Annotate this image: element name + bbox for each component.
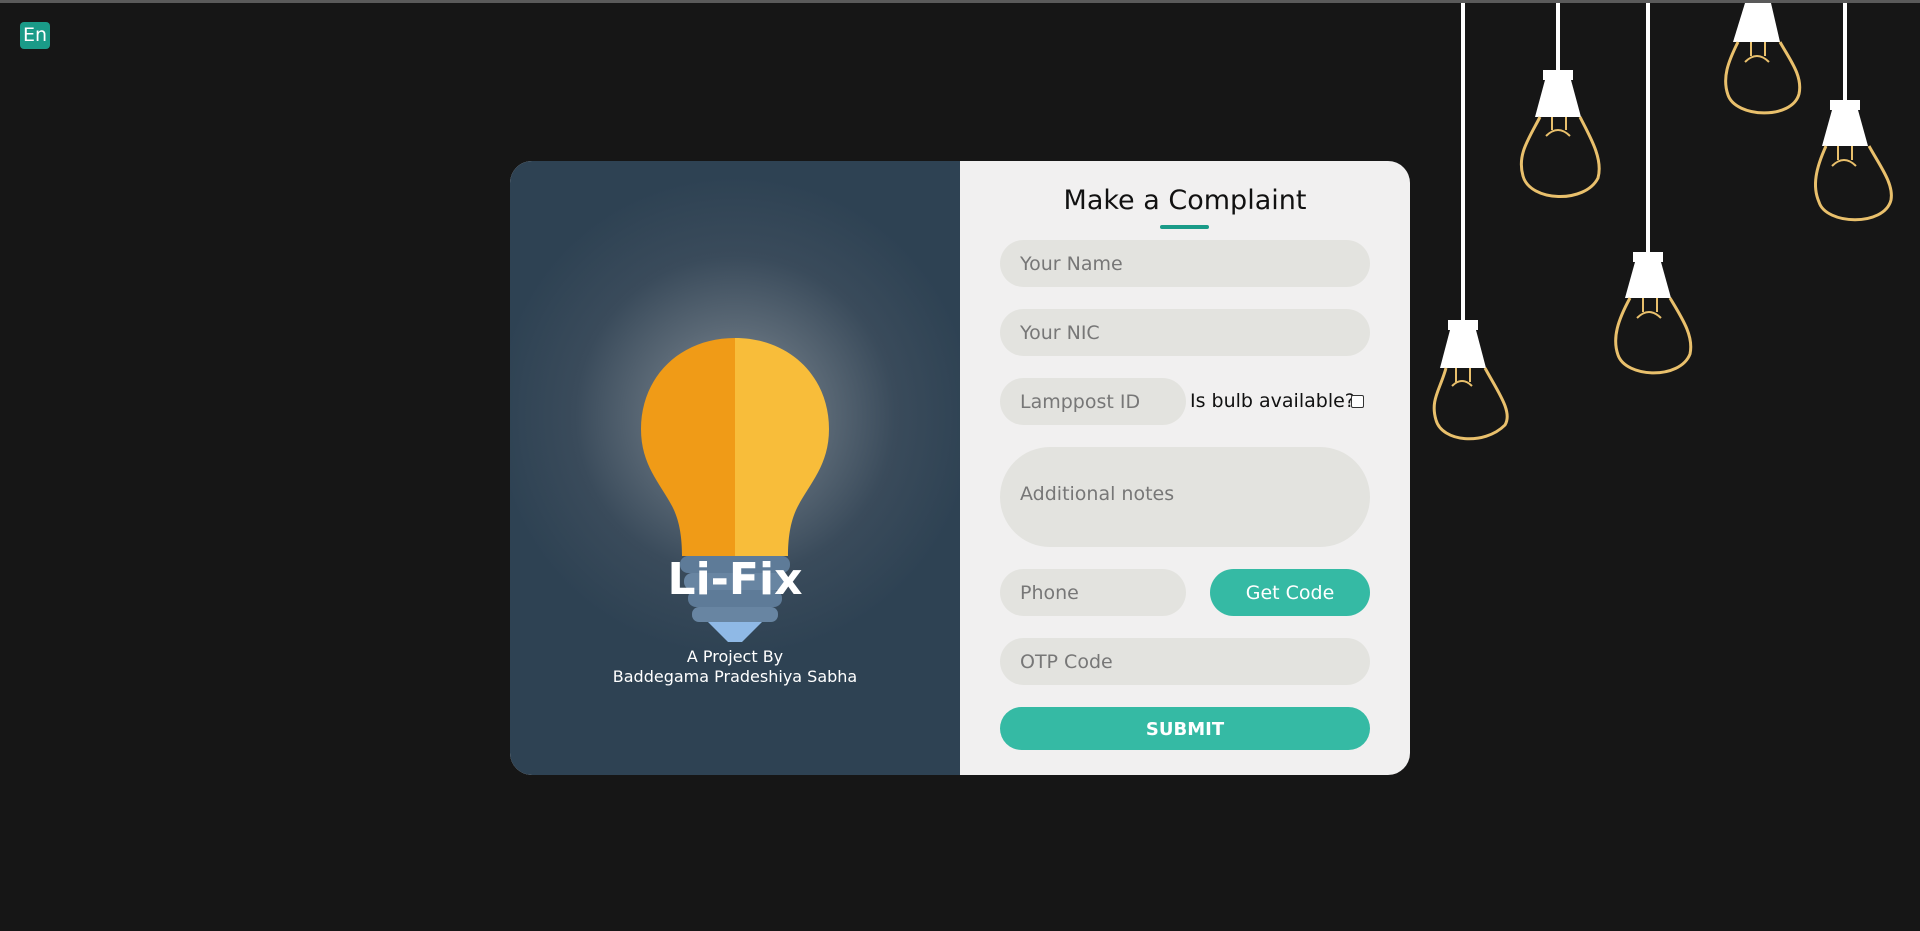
brand-name: Li-Fix: [667, 554, 803, 605]
nic-input[interactable]: [1000, 309, 1370, 356]
hanging-bulb-icon: [1432, 3, 1509, 441]
brand-subtitle-line2: Baddegama Pradeshiya Sabha: [612, 667, 858, 686]
hanging-bulb-icon: [1614, 3, 1693, 375]
complaint-form: Make a Complaint Is bulb available? Get …: [960, 161, 1410, 775]
complaint-card: Li-Fix A Project By Baddegama Pradeshiya…: [510, 161, 1410, 775]
bulb-available-checkbox[interactable]: [1351, 395, 1364, 408]
additional-notes-input[interactable]: [1000, 447, 1370, 547]
otp-code-input[interactable]: [1000, 638, 1370, 685]
language-switch-button[interactable]: En: [20, 22, 50, 49]
brand-panel: Li-Fix A Project By Baddegama Pradeshiya…: [510, 161, 960, 775]
hanging-bulb-icon: [1519, 3, 1601, 198]
brand-subtitle-line1: A Project By: [686, 647, 784, 666]
name-input[interactable]: [1000, 240, 1370, 287]
form-title: Make a Complaint: [1063, 185, 1307, 216]
title-underline: [1160, 225, 1209, 229]
phone-input[interactable]: [1000, 569, 1186, 616]
window-top-border: [0, 0, 1920, 3]
get-code-button[interactable]: Get Code: [1210, 569, 1370, 616]
submit-button[interactable]: SUBMIT: [1000, 707, 1370, 750]
lamppost-id-input[interactable]: [1000, 378, 1186, 425]
hanging-bulb-icon: [1724, 3, 1802, 115]
hanging-bulb-icon: [1814, 3, 1893, 222]
bulb-available-label: Is bulb available?: [1190, 390, 1355, 412]
